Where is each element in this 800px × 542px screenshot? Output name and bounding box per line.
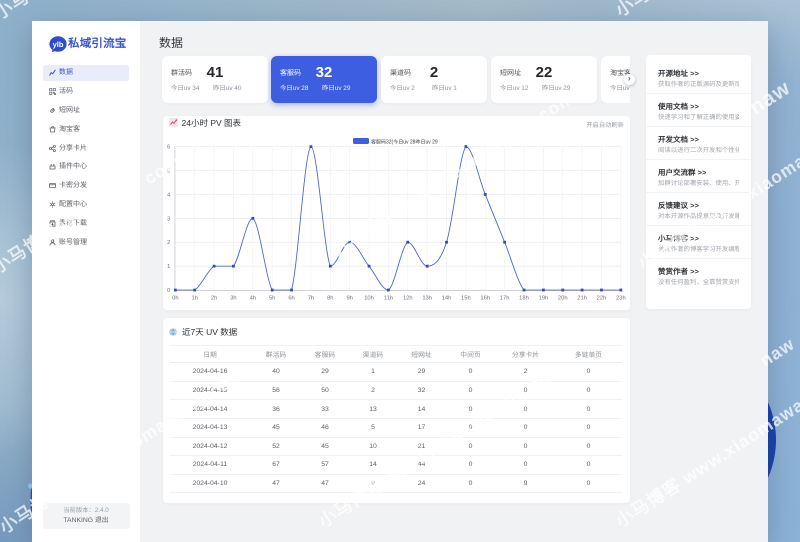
svg-text:4h: 4h [250, 295, 256, 301]
svg-text:4: 4 [167, 192, 171, 198]
svg-text:5h: 5h [269, 295, 275, 301]
svg-text:8h: 8h [327, 295, 333, 301]
svg-text:3h: 3h [230, 295, 236, 301]
svg-text:17h: 17h [500, 295, 510, 301]
svg-text:13h: 13h [422, 295, 432, 301]
svg-text:16h: 16h [480, 295, 490, 301]
svg-text:11h: 11h [384, 295, 393, 301]
svg-text:20h: 20h [558, 295, 568, 301]
svg-text:1: 1 [167, 264, 170, 270]
svg-text:10h: 10h [364, 295, 374, 301]
svg-text:2: 2 [167, 240, 170, 246]
svg-text:ylb: ylb [52, 40, 63, 49]
svg-text:23h: 23h [616, 295, 626, 301]
svg-text:18h: 18h [519, 295, 529, 301]
svg-text:21h: 21h [577, 295, 587, 301]
svg-text:12h: 12h [403, 295, 413, 301]
svg-text:15h: 15h [461, 295, 471, 301]
svg-text:3: 3 [167, 216, 170, 222]
svg-text:7h: 7h [308, 295, 314, 301]
svg-text:6h: 6h [288, 295, 294, 301]
svg-text:5: 5 [167, 168, 170, 174]
svg-text:0: 0 [167, 288, 170, 294]
svg-text:9h: 9h [346, 295, 352, 301]
svg-text:2h: 2h [211, 295, 217, 301]
svg-text:6: 6 [167, 144, 170, 150]
svg-text:1h: 1h [191, 295, 197, 301]
svg-text:19h: 19h [539, 295, 549, 301]
svg-text:22h: 22h [597, 295, 607, 301]
svg-text:14h: 14h [442, 295, 452, 301]
svg-text:0h: 0h [172, 295, 178, 301]
